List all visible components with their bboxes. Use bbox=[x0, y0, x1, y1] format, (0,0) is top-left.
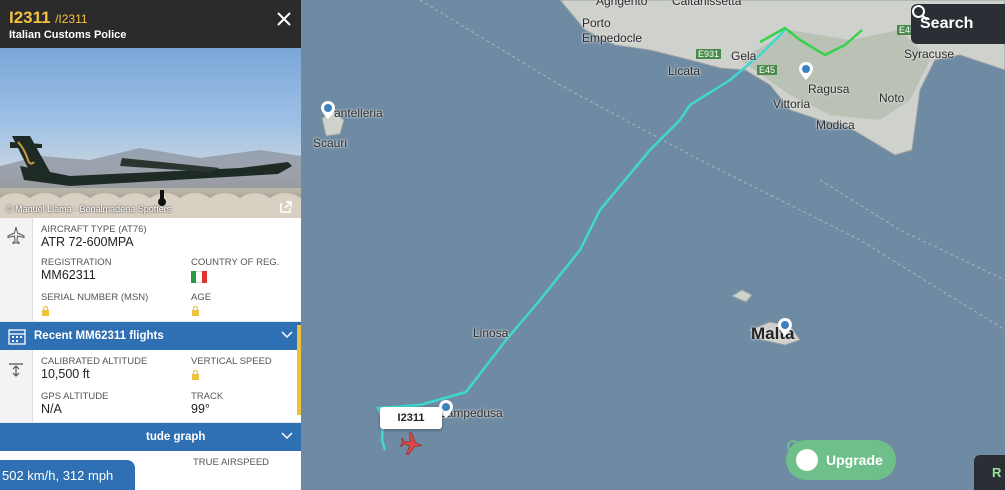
airplane-icon bbox=[0, 218, 33, 321]
calibrated-altitude-value: 10,500 ft bbox=[41, 367, 90, 381]
country-label: COUNTRY OF REG. bbox=[191, 257, 280, 268]
corner-tab[interactable]: R bbox=[974, 455, 1005, 490]
italy-flag-icon bbox=[191, 271, 207, 283]
callsign: I2311 bbox=[9, 8, 51, 27]
flight-track bbox=[376, 29, 786, 451]
external-link-icon[interactable] bbox=[279, 200, 293, 214]
lock-icon[interactable] bbox=[41, 306, 50, 316]
speed-readout: 502 km/h, 312 mph bbox=[0, 460, 135, 490]
close-icon[interactable] bbox=[275, 10, 293, 28]
place-porto-empedocle: Porto Empedocle bbox=[582, 16, 643, 45]
airport-pin-icon[interactable] bbox=[321, 101, 335, 119]
flight-info-panel: I2311 /I2311 Italian Customs Police © Ma… bbox=[0, 0, 301, 490]
place-licata: Licata bbox=[668, 64, 701, 78]
chevron-down-icon bbox=[281, 432, 293, 440]
registration-label: REGISTRATION bbox=[41, 257, 112, 268]
aircraft-icon bbox=[400, 432, 423, 456]
aircraft-type-label: AIRCRAFT TYPE (AT76) bbox=[41, 224, 147, 235]
airport-pin-icon[interactable] bbox=[778, 318, 792, 336]
place-vittoria: Vittoria bbox=[773, 97, 811, 111]
registration-value: MM62311 bbox=[41, 268, 96, 282]
upgrade-button[interactable]: Upgrade bbox=[786, 440, 896, 480]
search-button[interactable]: Search bbox=[911, 4, 1005, 44]
place-gela: Gela bbox=[731, 49, 757, 63]
calendar-icon bbox=[0, 327, 34, 345]
road-e45: E45 bbox=[757, 65, 778, 75]
serial-label: SERIAL NUMBER (MSN) bbox=[41, 292, 149, 303]
airport-pin-icon[interactable] bbox=[799, 62, 813, 80]
award-icon bbox=[787, 440, 818, 471]
lock-icon[interactable] bbox=[191, 306, 200, 316]
altitude-section: CALIBRATED ALTITUDE 10,500 ft VERTICAL S… bbox=[0, 350, 301, 423]
panel-header: I2311 /I2311 Italian Customs Police bbox=[0, 0, 301, 48]
calibrated-altitude-label: CALIBRATED ALTITUDE bbox=[41, 356, 148, 367]
recent-flights-bar[interactable]: Recent MM62311 flights bbox=[0, 322, 301, 350]
altitude-icon bbox=[0, 350, 33, 422]
chevron-down-icon bbox=[281, 331, 293, 339]
place-linosa: Linosa bbox=[473, 326, 509, 340]
altitude-graph-bar[interactable]: tude graph bbox=[0, 423, 301, 451]
altitude-graph-label: tude graph bbox=[146, 431, 206, 443]
aircraft-type-value: ATR 72-600MPA bbox=[41, 235, 134, 249]
search-icon bbox=[912, 5, 928, 21]
road-e931: E931 bbox=[696, 49, 722, 59]
callsign-sub: /I2311 bbox=[55, 12, 88, 26]
place-agrigento: Agrigento bbox=[596, 0, 648, 8]
track-value: 99° bbox=[191, 402, 210, 416]
track-label: TRACK bbox=[191, 391, 224, 402]
boundary-line-2 bbox=[819, 179, 1005, 281]
lock-icon[interactable] bbox=[191, 370, 200, 380]
gps-altitude-label: GPS ALTITUDE bbox=[41, 391, 109, 402]
vertical-speed-label: VERTICAL SPEED bbox=[191, 356, 272, 367]
aircraft-callsign-label[interactable]: I2311 bbox=[380, 407, 442, 429]
aircraft-photo-image bbox=[0, 136, 301, 218]
operator-name: Italian Customs Police bbox=[9, 29, 127, 41]
place-modica: Modica bbox=[816, 118, 855, 132]
gps-altitude-value: N/A bbox=[41, 402, 62, 416]
place-siracusa: Syracuse bbox=[904, 47, 955, 61]
place-caltanissetta: Caltanissetta bbox=[672, 0, 742, 8]
age-label: AGE bbox=[191, 292, 212, 303]
scroll-indicator[interactable] bbox=[297, 325, 301, 415]
aircraft-photo[interactable]: © Manuel Llama - Benalmadena Spotters bbox=[0, 48, 301, 218]
recent-flights-label: Recent MM62311 flights bbox=[34, 330, 164, 342]
upgrade-label: Upgrade bbox=[826, 452, 883, 468]
place-ragusa: Ragusa bbox=[808, 82, 850, 96]
place-noto: Noto bbox=[879, 91, 905, 105]
photo-credit: © Manuel Llama - Benalmadena Spotters bbox=[6, 204, 172, 214]
gozo-land bbox=[730, 289, 753, 303]
place-scauri: Scauri bbox=[313, 136, 348, 150]
aircraft-info-section: AIRCRAFT TYPE (AT76) ATR 72-600MPA REGIS… bbox=[0, 218, 301, 322]
